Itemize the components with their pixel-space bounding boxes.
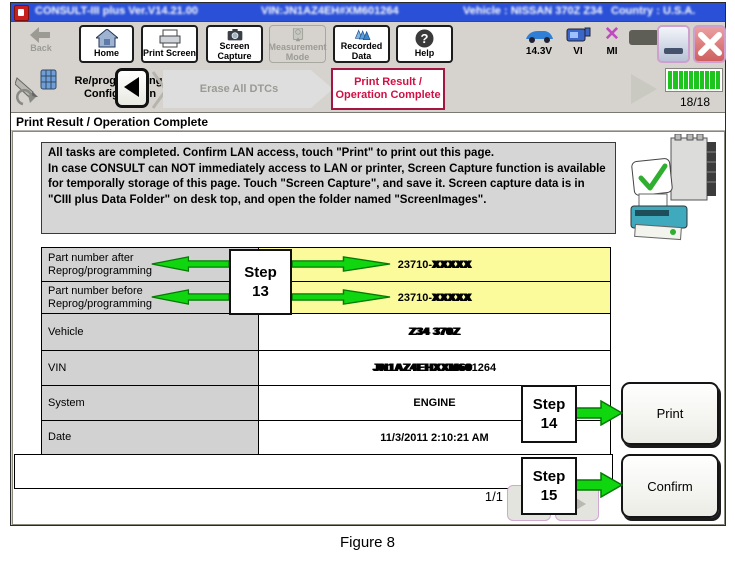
wizard-nav: Re/programming, Configuration Erase All …	[11, 66, 725, 112]
help-label: Help	[415, 49, 435, 59]
screen-capture-label: Screen Capture	[208, 42, 261, 61]
figure-caption: Figure 8	[0, 534, 735, 551]
step15-arrow-icon	[573, 472, 623, 498]
minimize-button[interactable]	[657, 25, 690, 63]
home-icon	[96, 29, 118, 48]
titlebar-vehicle: Vehicle : NISSAN 370Z Z34	[463, 5, 602, 17]
recorded-data-icon	[350, 29, 374, 41]
titlebar-country: Country : U.S.A.	[611, 5, 695, 17]
step-14-callout: Step 14	[521, 385, 577, 443]
step13-arrow-right-bottom-icon	[292, 289, 391, 305]
screen-capture-button[interactable]: Screen Capture	[206, 25, 263, 63]
progress-count: 18/18	[665, 95, 725, 109]
vehicle-battery-icon	[523, 27, 555, 44]
measurement-mode-icon	[290, 28, 306, 42]
masked-vehicle: Z34 370Z	[409, 326, 460, 338]
app-logo-icon	[14, 5, 29, 21]
print-button[interactable]: Print	[621, 382, 719, 445]
mi-label: MI	[599, 46, 625, 57]
back-button[interactable]: Back	[15, 25, 67, 63]
titlebar-app-name: CONSULT-III plus Ver.V14.21.00	[35, 5, 198, 17]
back-arrow-icon	[30, 27, 52, 43]
home-button[interactable]: Home	[79, 25, 134, 63]
table-row-vin: VIN JN1AZ4EHXXM601264	[42, 351, 610, 386]
step13-arrow-left-top-icon	[151, 256, 229, 272]
close-x-icon	[697, 31, 723, 57]
step13-arrow-right-top-icon	[292, 256, 391, 272]
printer-icon	[159, 29, 181, 48]
wizard-next-button[interactable]	[631, 74, 657, 104]
camera-icon	[224, 29, 246, 41]
page-title: Print Result / Operation Complete	[11, 112, 725, 131]
print-screen-button[interactable]: Print Screen	[141, 25, 198, 63]
table-row-vehicle: Vehicle Z34 370Z	[42, 314, 610, 351]
step-13-callout: Step 13	[229, 249, 292, 315]
back-label: Back	[30, 44, 52, 54]
content-area: All tasks are completed. Confirm LAN acc…	[12, 131, 725, 525]
mi-disconnected-icon: ✕	[604, 25, 620, 44]
masked-part-number: XXXXX	[432, 292, 471, 304]
masked-part-number: XXXXX	[432, 259, 471, 271]
wizard-back-button[interactable]	[115, 68, 149, 108]
instruction-message: All tasks are completed. Confirm LAN acc…	[41, 142, 616, 234]
masked-vin: JN1AZ4EHXXM60	[373, 362, 472, 374]
help-icon: ?	[415, 29, 434, 48]
consult-app-window: CONSULT-III plus Ver.V14.21.00 VIN:JN1AZ…	[10, 2, 726, 526]
step13-arrow-left-bottom-icon	[151, 289, 229, 305]
recorded-data-label: Recorded Data	[335, 42, 388, 61]
recorded-data-button[interactable]: Recorded Data	[333, 25, 390, 63]
wizard-step-erase-dtcs: Erase All DTCs	[163, 70, 333, 108]
step-15-callout: Step 15	[521, 457, 577, 515]
titlebar-vin: VIN:JN1AZ4EH#XM601264	[261, 5, 399, 17]
reprogramming-mode-icon	[15, 68, 59, 110]
titlebar: CONSULT-III plus Ver.V14.21.00 VIN:JN1AZ…	[11, 3, 725, 21]
wizard-progress: 18/18	[665, 68, 725, 109]
progress-bar	[665, 68, 723, 92]
vi-label: VI	[565, 46, 591, 57]
vi-device-icon	[565, 26, 591, 44]
step14-arrow-icon	[573, 400, 623, 426]
help-button[interactable]: ? Help	[396, 25, 453, 63]
wizard-step-current: Print Result / Operation Complete	[331, 68, 445, 110]
print-complete-illustration-icon	[629, 134, 725, 246]
measurement-mode-label: Measurement Mode	[268, 43, 326, 62]
close-button[interactable]	[693, 25, 726, 63]
voltage-readout: 14.3V	[520, 46, 558, 57]
confirm-button[interactable]: Confirm	[621, 454, 719, 518]
battery-status-icon	[629, 30, 659, 45]
svg-text:?: ?	[421, 31, 429, 46]
page-indicator: 1/1	[455, 489, 503, 504]
toolbar: Back Home Print Screen Screen Capture Me…	[11, 21, 725, 67]
home-label: Home	[94, 49, 119, 59]
measurement-mode-button[interactable]: Measurement Mode	[269, 25, 326, 63]
print-screen-label: Print Screen	[143, 49, 196, 59]
